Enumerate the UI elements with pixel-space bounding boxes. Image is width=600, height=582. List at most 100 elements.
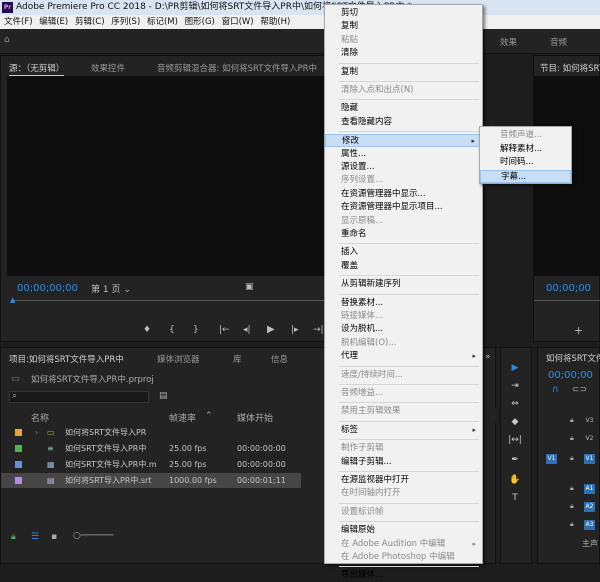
menu-file[interactable]: 文件(F) bbox=[4, 15, 33, 29]
icon-view-icon[interactable]: ▪ bbox=[51, 532, 57, 542]
menu-item[interactable]: 设为脱机... bbox=[325, 323, 482, 336]
track-lock-icon[interactable]: 🔒︎ bbox=[570, 502, 574, 511]
track-label-a1[interactable]: A1 bbox=[584, 484, 595, 494]
menu-item[interactable]: 代理 ▸ bbox=[325, 350, 482, 363]
menu-item[interactable]: 在资源管理器中显示... bbox=[325, 188, 482, 201]
linked-selection-icon[interactable]: ⊂⊃ bbox=[572, 385, 587, 395]
go-to-out-icon[interactable]: →| bbox=[313, 325, 324, 335]
tab-project[interactable]: 项目:如何将SRT文件导入PR中 bbox=[9, 353, 124, 365]
program-timeline-ruler[interactable] bbox=[534, 300, 600, 301]
lock-icon[interactable]: 🔒︎ bbox=[11, 532, 16, 542]
track-lock-icon[interactable]: 🔒︎ bbox=[570, 520, 574, 529]
play-icon[interactable]: ▶ bbox=[267, 324, 275, 335]
track-label-v1[interactable]: V1 bbox=[584, 454, 595, 464]
workspace-effects[interactable]: 效果 bbox=[500, 36, 517, 48]
menu-item[interactable]: 导出媒体... bbox=[325, 569, 482, 582]
program-timecode[interactable]: 00;00;00 bbox=[546, 283, 591, 294]
menu-item[interactable]: 标签 ▸ bbox=[325, 424, 482, 437]
tab-audio-clip-mixer[interactable]: 音频剪辑混合器: 如何将SRT文件导入PR中 bbox=[157, 62, 317, 74]
menu-item[interactable]: 字幕... bbox=[480, 169, 571, 183]
track-label-v3[interactable]: V3 bbox=[584, 416, 595, 426]
search-input[interactable]: ⌕ bbox=[9, 391, 149, 403]
menu-item[interactable]: 清除 bbox=[325, 47, 482, 60]
source-patch-v1[interactable]: V1 bbox=[546, 454, 557, 464]
menu-item[interactable]: 复制 bbox=[325, 20, 482, 33]
menu-marker[interactable]: 标记(M) bbox=[147, 15, 178, 29]
menu-help[interactable]: 帮助(H) bbox=[260, 15, 290, 29]
tab-source[interactable]: 源：（无剪辑） bbox=[9, 62, 65, 76]
tab-program[interactable]: 节目: 如何将SRT文 bbox=[540, 62, 600, 74]
track-label-a3[interactable]: A3 bbox=[584, 520, 595, 530]
menu-item[interactable]: 时间码... bbox=[480, 156, 571, 169]
mark-out-icon[interactable]: } bbox=[193, 325, 199, 335]
table-row-selected[interactable]: ▤ 如何将SRT导入PR中.srt 1000.00 fps 00:00:01;1… bbox=[1, 473, 301, 488]
menu-item[interactable]: 源设置... bbox=[325, 161, 482, 174]
menu-item[interactable]: 插入 bbox=[325, 246, 482, 259]
page-selector[interactable]: 第 1 页 ⌄ bbox=[91, 282, 131, 295]
slip-tool-icon[interactable]: |↔| bbox=[508, 434, 522, 446]
menu-window[interactable]: 窗口(W) bbox=[222, 15, 254, 29]
menu-item[interactable]: 编辑原始 bbox=[325, 524, 482, 537]
go-to-in-icon[interactable]: |← bbox=[219, 325, 230, 335]
add-button-icon[interactable]: + bbox=[574, 324, 583, 337]
new-bin-from-search-icon[interactable]: ▤ bbox=[159, 391, 168, 401]
menu-item[interactable]: 编辑子剪辑... bbox=[325, 456, 482, 469]
workspace-audio[interactable]: 音频 bbox=[550, 36, 567, 48]
type-tool-icon[interactable]: T bbox=[508, 492, 522, 504]
track-lock-icon[interactable]: 🔒︎ bbox=[570, 416, 574, 425]
step-forward-icon[interactable]: |▸ bbox=[291, 325, 299, 335]
menu-item[interactable]: 替换素材... bbox=[325, 297, 482, 310]
track-select-tool-icon[interactable]: ⇥ bbox=[508, 380, 522, 392]
menu-clip[interactable]: 剪辑(C) bbox=[75, 15, 105, 29]
chevron-right-icon[interactable]: › bbox=[35, 425, 38, 440]
table-row[interactable]: ≡ 如何SRT文件导入PR中 25.00 fps 00:00:00:00 bbox=[1, 441, 301, 456]
track-label-a2[interactable]: A2 bbox=[584, 502, 595, 512]
menu-item[interactable]: 在资源管理器中显示项目... bbox=[325, 201, 482, 214]
ripple-edit-tool-icon[interactable]: ⇔ bbox=[508, 398, 522, 410]
menu-item[interactable]: 属性... bbox=[325, 148, 482, 161]
column-name[interactable]: 名称 bbox=[31, 411, 49, 424]
menu-item[interactable]: 修改 ▸ bbox=[325, 134, 482, 148]
menu-item[interactable]: 复制 bbox=[325, 66, 482, 79]
snap-icon[interactable]: ∩ bbox=[552, 385, 559, 395]
selection-tool-icon[interactable]: ▶ bbox=[508, 362, 522, 374]
marker-icon[interactable]: ♦ bbox=[143, 325, 151, 335]
list-view-icon[interactable]: ☰ bbox=[31, 532, 39, 542]
tab-effect-controls[interactable]: 效果控件 bbox=[91, 62, 125, 74]
tab-media-browser[interactable]: 媒体浏览器 bbox=[157, 353, 200, 365]
track-lock-icon[interactable]: 🔒︎ bbox=[570, 484, 574, 493]
source-timecode[interactable]: 00;00;00;00 bbox=[17, 283, 78, 294]
column-frame-rate[interactable]: 帧速率 bbox=[169, 411, 196, 424]
zoom-slider[interactable]: ○────── bbox=[73, 531, 113, 541]
menu-item[interactable]: 覆盖 bbox=[325, 260, 482, 273]
track-label-v2[interactable]: V2 bbox=[584, 434, 595, 444]
panel-overflow-icon[interactable]: » bbox=[485, 352, 491, 362]
track-lock-icon[interactable]: 🔒︎ bbox=[570, 434, 574, 443]
menu-item[interactable]: 从剪辑新建序列 bbox=[325, 278, 482, 291]
track-lock-icon[interactable]: 🔒︎ bbox=[570, 454, 574, 463]
playhead-icon[interactable]: ▲ bbox=[10, 296, 15, 304]
menu-item[interactable]: 解释素材... bbox=[480, 143, 571, 156]
step-back-icon[interactable]: ◂| bbox=[243, 325, 251, 335]
menu-sequence[interactable]: 序列(S) bbox=[111, 15, 140, 29]
menu-item[interactable]: 重命名 bbox=[325, 228, 482, 241]
tab-libraries[interactable]: 库 bbox=[233, 353, 242, 365]
pen-tool-icon[interactable]: ✒ bbox=[508, 454, 522, 466]
camera-icon[interactable]: ▣ bbox=[245, 282, 254, 292]
home-icon[interactable]: ⌂ bbox=[4, 35, 10, 45]
menu-item[interactable]: 剪切 bbox=[325, 7, 482, 20]
table-row[interactable]: › ▭ 如何将SRT文件导入PR bbox=[1, 425, 301, 440]
razor-tool-icon[interactable]: ◆ bbox=[508, 416, 522, 428]
mark-in-icon[interactable]: { bbox=[169, 325, 175, 335]
menu-item[interactable]: 在源监视器中打开 bbox=[325, 474, 482, 487]
table-row[interactable]: ▦ 如何SRT文件导入PR中.m 25.00 fps 00:00:00:00 bbox=[1, 457, 301, 472]
tab-timeline[interactable]: 如何将SRT文件导入 bbox=[546, 352, 600, 364]
column-media-start[interactable]: 媒体开始 bbox=[237, 411, 273, 424]
menu-item[interactable]: 隐藏 bbox=[325, 102, 482, 115]
hand-tool-icon[interactable]: ✋ bbox=[508, 474, 522, 486]
menu-graphics[interactable]: 图形(G) bbox=[185, 15, 215, 29]
source-timeline-ruler[interactable] bbox=[13, 300, 325, 301]
menu-edit[interactable]: 编辑(E) bbox=[39, 15, 68, 29]
menu-item[interactable]: 查看隐藏内容 bbox=[325, 116, 482, 129]
timeline-timecode[interactable]: 00;00;00 bbox=[548, 370, 593, 381]
